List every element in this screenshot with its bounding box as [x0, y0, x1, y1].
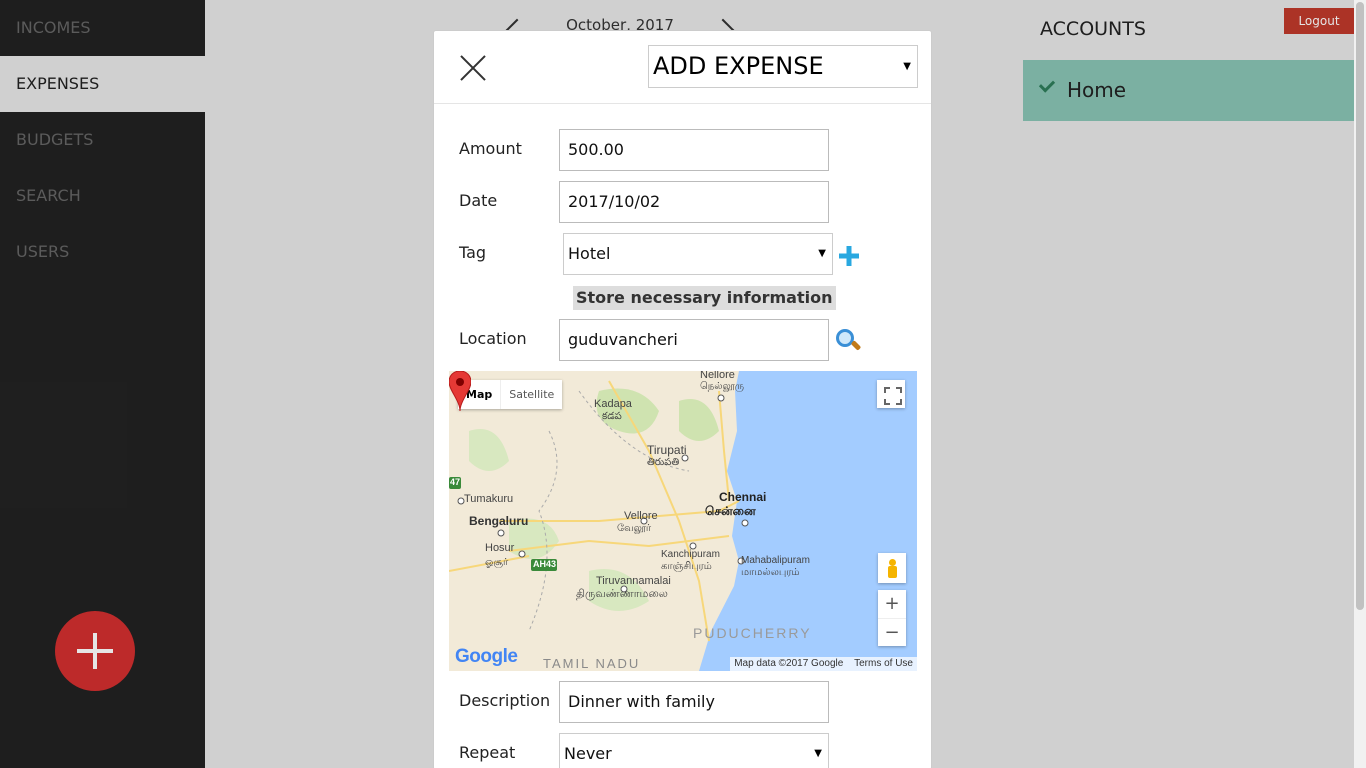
chevron-down-icon: ▼ — [814, 748, 822, 759]
map-label-hosur: Hosur — [485, 542, 515, 554]
info-banner: Store necessary information — [573, 286, 836, 310]
map-label-chennai: Chennai — [719, 490, 767, 504]
map-label-tirupati-native: తిరుపతి — [647, 457, 680, 468]
zoom-control: + − — [878, 590, 906, 646]
add-tag-icon[interactable] — [838, 245, 860, 267]
repeat-value: Never — [564, 744, 612, 763]
location-map[interactable]: Nellore நெல்லூரு Kadapa కడప Tirupati తిర… — [449, 371, 917, 671]
description-label: Description — [459, 691, 551, 710]
map-type-satellite-button[interactable]: Satellite — [500, 380, 562, 409]
zoom-out-button[interactable]: − — [878, 618, 906, 646]
map-label-vellore-native: வேலூர் — [617, 523, 652, 534]
date-row: Date 2017/10/02 — [459, 181, 929, 223]
location-input[interactable]: guduvancheri — [559, 319, 829, 361]
map-label-tiruvannamalai: Tiruvannamalai — [596, 575, 671, 587]
chevron-down-icon: ▼ — [903, 61, 911, 72]
map-label-vellore: Vellore — [624, 510, 658, 522]
repeat-row: Repeat Never ▼ — [459, 733, 929, 768]
location-label: Location — [459, 329, 527, 348]
map-marker-icon[interactable] — [449, 371, 471, 411]
google-logo-text: Google — [455, 646, 518, 667]
date-label: Date — [459, 191, 498, 210]
transaction-type-value: ADD EXPENSE — [653, 52, 824, 80]
map-attribution: Map data ©2017 Google — [734, 658, 844, 669]
map-footer: Map data ©2017 Google Terms of Use — [730, 657, 917, 671]
repeat-select[interactable]: Never ▼ — [559, 733, 829, 768]
amount-row: Amount 500.00 — [459, 129, 929, 171]
tag-row: Tag Hotel ▼ — [459, 233, 929, 275]
location-row: Location guduvancheri — [459, 319, 929, 361]
map-label-tumakuru: Tumakuru — [464, 493, 514, 505]
tag-label: Tag — [459, 243, 487, 262]
scrollbar-thumb[interactable] — [1356, 2, 1364, 610]
transaction-type-select[interactable]: ADD EXPENSE ▼ — [648, 45, 918, 88]
fullscreen-icon[interactable] — [877, 380, 905, 408]
map-label-mahabalipuram-native: மாமல்லபுரம் — [741, 567, 800, 578]
add-expense-modal: ADD EXPENSE ▼ Amount 500.00 Date 2017/10… — [433, 30, 932, 768]
map-label-nellore: Nellore — [700, 371, 735, 381]
map-type-control: Map Satellite — [458, 380, 563, 409]
chevron-down-icon: ▼ — [818, 248, 826, 259]
zoom-in-button[interactable]: + — [878, 590, 906, 618]
modal-header: ADD EXPENSE ▼ — [434, 31, 931, 104]
map-label-kadapa-native: కడప — [602, 411, 622, 422]
map-label-tiruvannamalai-native: திருவண்ணாமலை — [576, 588, 668, 600]
map-label-puducherry: PUDUCHERRY — [693, 625, 812, 641]
map-shield-47: 47 — [450, 477, 461, 487]
close-icon[interactable] — [459, 54, 487, 82]
description-input[interactable]: Dinner with family — [559, 681, 829, 723]
map-label-hosur-native: ஓசூர் — [485, 557, 509, 568]
map-terms-link[interactable]: Terms of Use — [850, 658, 917, 669]
google-logo: Google — [455, 646, 518, 668]
amount-input[interactable]: 500.00 — [559, 129, 829, 171]
map-label-kanchipuram-native: காஞ்சிபுரம் — [661, 561, 712, 572]
map-shield-ah43: AH43 — [533, 559, 557, 569]
page-scrollbar[interactable] — [1354, 0, 1366, 768]
map-label-mahabalipuram: Mahabalipuram — [741, 555, 810, 566]
map-label-kanchipuram: Kanchipuram — [661, 549, 720, 560]
search-icon[interactable] — [836, 329, 862, 355]
repeat-label: Repeat — [459, 743, 516, 762]
map-label-chennai-native: சென்னை — [705, 504, 756, 518]
map-label-tirupati: Tirupati — [647, 443, 687, 457]
map-label-bengaluru: Bengaluru — [469, 514, 529, 528]
tag-select[interactable]: Hotel ▼ — [563, 233, 833, 275]
amount-label: Amount — [459, 139, 522, 158]
pegman-icon[interactable] — [878, 553, 906, 583]
map-label-tamil-nadu: TAMIL NADU — [543, 656, 641, 671]
date-input[interactable]: 2017/10/02 — [559, 181, 829, 223]
description-row: Description Dinner with family — [459, 681, 929, 723]
map-label-kadapa: Kadapa — [594, 398, 632, 410]
tag-value: Hotel — [568, 244, 611, 263]
map-label-nellore-native: நெல்லூரு — [700, 381, 745, 392]
